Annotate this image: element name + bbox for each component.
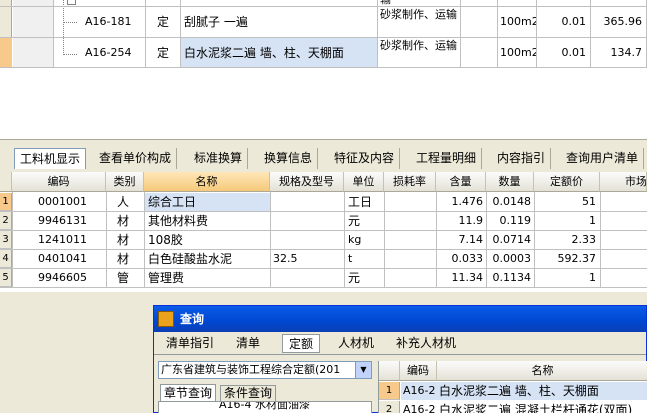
col-quota-price[interactable]: 定额价 (534, 172, 600, 192)
tab-conversion-info[interactable]: 换算信息 (259, 148, 319, 169)
subtab-condition[interactable]: 条件查询 (220, 385, 277, 401)
row-indicator-selected[interactable] (0, 37, 12, 67)
col-code[interactable]: 编码 (12, 172, 106, 192)
col-content[interactable]: 含量 (436, 172, 486, 192)
result-grid: 编码 名称 1 A16-2 白水泥浆二遍 墙、柱、天棚面 2 A16-2 白水泥… (378, 361, 647, 413)
quota-code: A16-254 (85, 46, 132, 59)
quota-qty: 0.01 (561, 15, 587, 28)
tab-features[interactable]: 特征及内容 (329, 148, 401, 169)
query-dialog: 查询 清单指引 清单 定额 人材机 补充人材机 广东省建筑与装饰工程综合定额(2… (153, 305, 647, 413)
tab-list[interactable]: 清单 (230, 334, 266, 353)
tab-list-guide[interactable]: 清单指引 (160, 334, 220, 353)
quota-work: 砂浆制作、运输 (380, 39, 457, 52)
quota-work: 砂浆制作、运输 (380, 8, 457, 21)
tab-quantity-detail[interactable]: 工程量明细 (411, 148, 483, 169)
tree-panel: A16-4 水材面油漆 (158, 401, 372, 413)
tab-supplement[interactable]: 补充人材机 (390, 334, 462, 353)
col-quantity[interactable]: 数量 (486, 172, 534, 192)
quota-price: 134.7 (610, 46, 643, 59)
quota-type: 定 (157, 46, 170, 60)
quota-name: 白水泥浆二遍 墙、柱、天棚面 (184, 46, 344, 60)
tab-quota[interactable]: 定额 (282, 334, 321, 353)
quota-unit: 100m2 (500, 46, 536, 59)
tab-standard-conversion[interactable]: 标准换算 (189, 148, 249, 169)
detail-tab-bar: 工料机显示 查看单价构成 标准换算 换算信息 特征及内容 工程量明细 内容指引 … (0, 148, 647, 169)
quota-code: A16-181 (85, 15, 132, 28)
dialog-title[interactable]: 查询 (154, 306, 646, 332)
tree-column (13, 0, 53, 68)
result-col-name[interactable]: 名称 (437, 361, 647, 381)
col-category[interactable]: 类别 (106, 172, 144, 192)
subtab-chapter[interactable]: 章节查询 (160, 384, 217, 401)
quota-name: 刮腻子 一遍 (184, 15, 248, 29)
tab-resources[interactable]: 工料机显示 (14, 148, 87, 169)
col-market[interactable]: 市场 (600, 172, 647, 192)
quota-grid: 输 A16-181 定 刮腻子 一遍 砂浆制作、运输 100m2 0.01 36… (0, 0, 647, 140)
result-col-code[interactable]: 编码 (400, 361, 437, 381)
tab-labor-material[interactable]: 人材机 (332, 334, 380, 353)
checkbox[interactable] (67, 0, 76, 5)
resource-grid: 编码 类别 名称 规格及型号 单位 损耗率 含量 数量 定额价 市场 1 000… (0, 172, 647, 292)
chevron-down-icon[interactable]: ▼ (355, 362, 371, 378)
quota-type: 定 (157, 15, 170, 29)
dialog-tab-bar: 清单指引 清单 定额 人材机 补充人材机 (154, 334, 646, 354)
tree-node[interactable]: A16-4 水材面油漆 (219, 402, 369, 413)
col-spec[interactable]: 规格及型号 (270, 172, 344, 192)
tab-content-guide[interactable]: 内容指引 (492, 148, 552, 169)
col-unit[interactable]: 单位 (344, 172, 384, 192)
quota-qty: 0.01 (561, 46, 587, 59)
quota-price: 365.96 (603, 15, 643, 28)
app-icon (158, 311, 174, 327)
quota-unit: 100m2 (500, 15, 536, 28)
col-name[interactable]: 名称 (144, 172, 270, 192)
tab-user-list[interactable]: 查询用户清单 (561, 148, 645, 169)
col-loss[interactable]: 损耗率 (384, 172, 436, 192)
tab-unit-price[interactable]: 查看单价构成 (94, 148, 178, 169)
library-select[interactable]: 广东省建筑与装饰工程综合定额(201 ▼ (158, 361, 372, 379)
